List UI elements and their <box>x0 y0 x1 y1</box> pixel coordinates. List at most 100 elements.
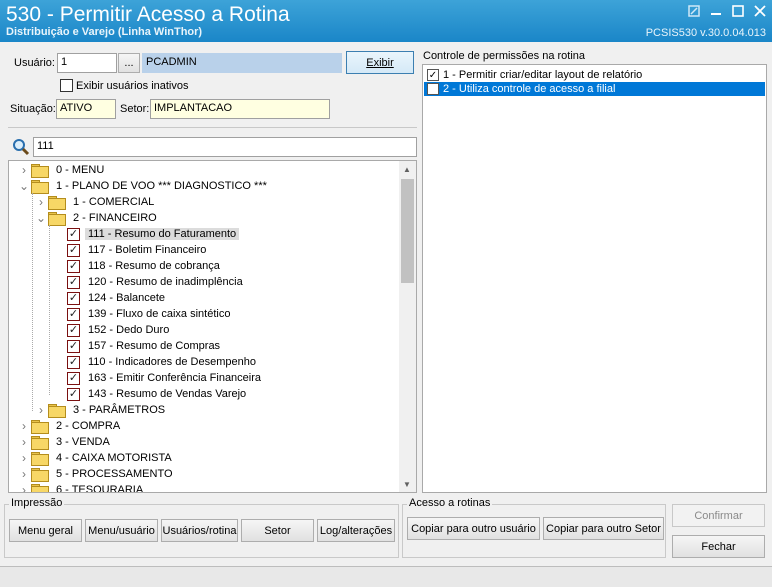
rotina-checkbox[interactable]: ✓ <box>67 291 80 305</box>
usuario-code-field[interactable]: 1 <box>57 53 117 73</box>
tree-row[interactable]: ✓ 139 - Fluxo de caixa sintético <box>53 306 233 322</box>
tree-label: 6 - TESOURARIA <box>56 484 144 493</box>
tree-row[interactable]: ✓ 111 - Resumo do Faturamento <box>53 226 240 242</box>
chevron-right-icon[interactable]: › <box>19 419 29 433</box>
maximize-icon[interactable] <box>728 3 748 19</box>
inativos-checkbox[interactable] <box>60 79 73 92</box>
permissions-title: Controle de permissões na rotina <box>423 50 586 62</box>
tree-row[interactable]: ✓ 143 - Resumo de Vendas Varejo <box>53 386 249 402</box>
impressao-group: Impressão Menu geral Menu/usuário Usuári… <box>4 497 399 558</box>
rotina-checkbox[interactable]: ✓ <box>67 339 80 353</box>
tree-label: 3 - PARÂMETROS <box>73 404 166 416</box>
fechar-button[interactable]: Fechar <box>672 535 765 558</box>
divider <box>8 127 417 128</box>
copiar-usuario-button[interactable]: Copiar para outro usuário <box>407 517 540 540</box>
tree-guide <box>32 193 33 411</box>
rotinas-tree: › 0 - MENU ⌄ 1 - PLANO DE VOO *** DIAGNOSTI… <box>8 160 417 493</box>
tree-label: 2 - COMPRA <box>56 420 121 432</box>
confirmar-button[interactable]: Confirmar <box>672 504 765 527</box>
tree-label: 152 - Dedo Duro <box>88 324 170 336</box>
tree-row[interactable]: › 2 - COMPRA <box>19 418 123 434</box>
search-input[interactable]: 111 <box>33 137 417 157</box>
tree-label: 0 - MENU <box>56 164 105 176</box>
chevron-down-icon[interactable]: ⌄ <box>19 179 29 193</box>
tree-label: 163 - Emitir Conferência Financeira <box>88 372 262 384</box>
setor-button[interactable]: Setor <box>241 519 314 542</box>
folder-icon <box>48 196 66 210</box>
tree-row[interactable]: ✓ 117 - Boletim Financeiro <box>53 242 209 258</box>
version-label: PCSIS530 v.30.0.04.013 <box>645 27 766 39</box>
usuarios-rotina-button[interactable]: Usuários/rotina <box>161 519 238 542</box>
tree-row[interactable]: ✓ 124 - Balancete <box>53 290 168 306</box>
permission-checkbox[interactable] <box>427 83 439 95</box>
chevron-right-icon[interactable]: › <box>19 451 29 465</box>
tree-row[interactable]: › 5 - PROCESSAMENTO <box>19 466 176 482</box>
usuario-label: Usuário: <box>14 57 55 69</box>
chevron-right-icon[interactable]: › <box>19 467 29 481</box>
tree-guide <box>49 225 50 395</box>
scroll-down-icon[interactable]: ▼ <box>403 480 411 489</box>
permission-checkbox[interactable]: ✓ <box>427 69 439 81</box>
permission-item[interactable]: ✓ 1 - Permitir criar/editar layout de re… <box>424 68 765 82</box>
permission-item[interactable]: 2 - Utiliza controle de acesso a filial <box>424 82 765 96</box>
tree-row[interactable]: › 0 - MENU <box>19 162 107 178</box>
tree-row[interactable]: ✓ 157 - Resumo de Compras <box>53 338 223 354</box>
exibir-label: Exibir <box>366 56 394 69</box>
chevron-right-icon[interactable]: › <box>19 483 29 492</box>
rotina-checkbox[interactable]: ✓ <box>67 371 80 385</box>
chevron-right-icon[interactable]: › <box>19 163 29 177</box>
tree-label: 111 - Resumo do Faturamento <box>85 228 240 240</box>
tree-row[interactable]: › 3 - VENDA <box>19 434 113 450</box>
tree-row[interactable]: › 1 - COMERCIAL <box>36 194 157 210</box>
copiar-setor-button[interactable]: Copiar para outro Setor <box>543 517 664 540</box>
tree-row[interactable]: ⌄ 1 - PLANO DE VOO *** DIAGNOSTICO *** <box>19 178 270 194</box>
rotina-checkbox[interactable]: ✓ <box>67 275 80 289</box>
tree-scrollbar[interactable]: ▲ ▼ <box>399 161 416 492</box>
tree-row[interactable]: ✓ 163 - Emitir Conferência Financeira <box>53 370 264 386</box>
permission-label: 2 - Utiliza controle de acesso a filial <box>443 83 616 95</box>
tree-label: 120 - Resumo de inadimplência <box>88 276 243 288</box>
rotina-checkbox[interactable]: ✓ <box>67 227 80 241</box>
rotina-checkbox[interactable]: ✓ <box>67 243 80 257</box>
tree-label: 157 - Resumo de Compras <box>88 340 221 352</box>
tree-row[interactable]: ✓ 152 - Dedo Duro <box>53 322 172 338</box>
tree-label: 118 - Resumo de cobrança <box>88 260 220 272</box>
menu-usuario-button[interactable]: Menu/usuário <box>85 519 158 542</box>
chevron-right-icon[interactable]: › <box>36 403 46 417</box>
tree-row[interactable]: ✓ 118 - Resumo de cobrança <box>53 258 223 274</box>
tree-row[interactable]: ⌄ 2 - FINANCEIRO <box>36 210 160 226</box>
rotina-checkbox[interactable]: ✓ <box>67 307 80 321</box>
lookup-button[interactable]: ... <box>118 53 140 73</box>
exibir-button[interactable]: Exibir <box>346 51 414 74</box>
close-icon[interactable] <box>750 3 770 19</box>
folder-icon <box>31 484 49 492</box>
rotina-checkbox[interactable]: ✓ <box>67 355 80 369</box>
rotina-checkbox[interactable]: ✓ <box>67 259 80 273</box>
log-alteracoes-button[interactable]: Log/alterações <box>317 519 395 542</box>
folder-icon <box>31 436 49 450</box>
window-title: 530 - Permitir Acesso a Rotina <box>6 3 290 26</box>
tree-rows: › 0 - MENU ⌄ 1 - PLANO DE VOO *** DIAGNOSTI… <box>9 162 399 492</box>
menu-geral-button[interactable]: Menu geral <box>9 519 82 542</box>
chevron-right-icon[interactable]: › <box>36 195 46 209</box>
acesso-title: Acesso a rotinas <box>407 497 493 509</box>
tree-row[interactable]: › 4 - CAIXA MOTORISTA <box>19 450 175 466</box>
scroll-up-icon[interactable]: ▲ <box>403 165 411 174</box>
rotina-checkbox[interactable]: ✓ <box>67 323 80 337</box>
tree-row[interactable]: ✓ 110 - Indicadores de Desempenho <box>53 354 259 370</box>
minimize-icon[interactable] <box>706 3 726 19</box>
scroll-thumb[interactable] <box>401 179 414 283</box>
tree-row[interactable]: › 6 - TESOURARIA <box>19 482 146 493</box>
folder-icon <box>48 404 66 418</box>
folder-icon <box>31 180 49 194</box>
magnifier-icon <box>12 138 30 156</box>
tree-label: 143 - Resumo de Vendas Varejo <box>88 388 247 400</box>
chevron-down-icon[interactable]: ⌄ <box>36 211 46 225</box>
edit-icon[interactable] <box>684 3 704 19</box>
rotina-checkbox[interactable]: ✓ <box>67 387 80 401</box>
tree-label: 117 - Boletim Financeiro <box>88 244 207 256</box>
tree-row[interactable]: ✓ 120 - Resumo de inadimplência <box>53 274 246 290</box>
chevron-right-icon[interactable]: › <box>19 435 29 449</box>
setor-label: Setor: <box>120 103 150 115</box>
tree-row[interactable]: › 3 - PARÂMETROS <box>36 402 168 418</box>
